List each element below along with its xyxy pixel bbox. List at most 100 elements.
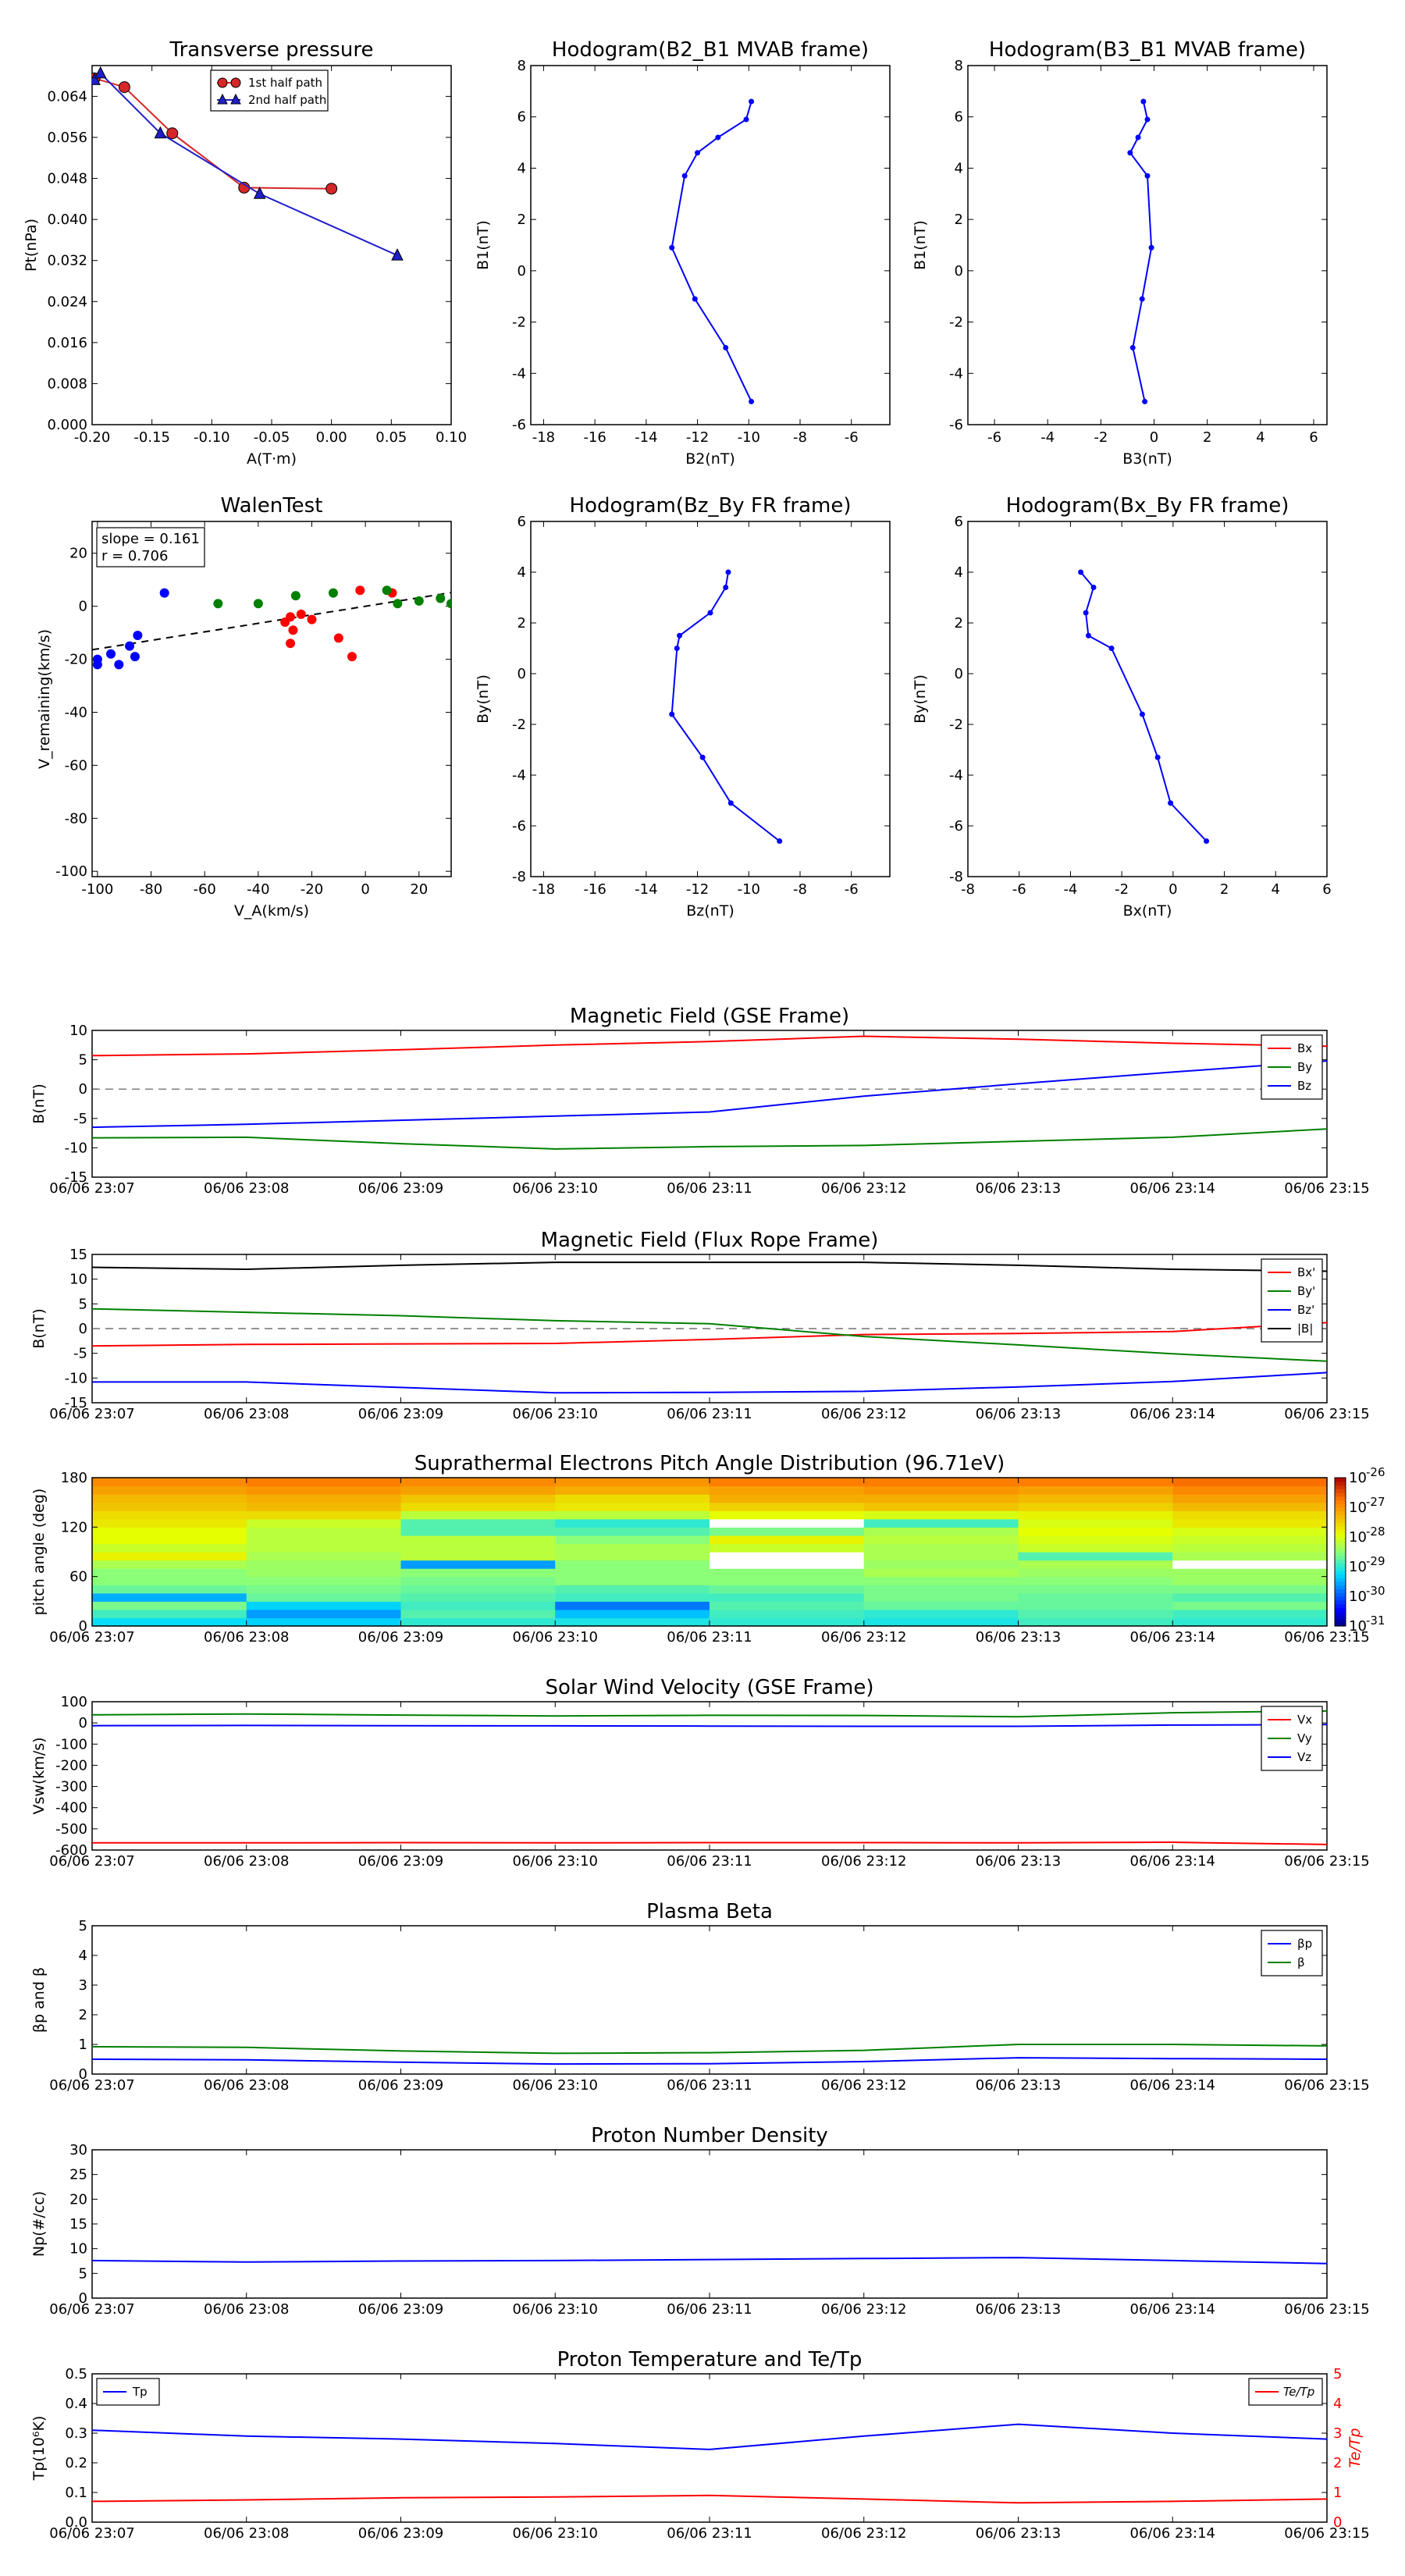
heatmap-cell: [1018, 1585, 1173, 1594]
heatmap-cell: [92, 1510, 247, 1520]
y-tick-label: 5: [79, 1052, 87, 1069]
heatmap-cell: [1018, 1494, 1173, 1503]
y-tick-label: 4: [518, 564, 526, 581]
heatmap-cell: [400, 1518, 556, 1528]
series-line: [91, 1128, 1328, 1150]
data-point: [1078, 569, 1084, 575]
y-tick-label: 8: [955, 58, 963, 74]
heatmap-cell: [710, 1535, 865, 1545]
legend-label: By': [1297, 1284, 1315, 1298]
series-line: [91, 1261, 1328, 1272]
heatmap-cell: [555, 1585, 710, 1594]
chart-title: Transverse pressure: [169, 38, 374, 62]
heatmap-cell: [400, 1478, 556, 1487]
series-line: [1129, 101, 1153, 402]
y-tick-label: 120: [61, 1519, 87, 1535]
data-point: [1204, 838, 1210, 844]
data-point: [1144, 116, 1151, 123]
y-axis-label: Vsw(km/s): [30, 1737, 48, 1814]
x-tick-label: 06/06 23:14: [1130, 2525, 1215, 2542]
heatmap-cell: [710, 1592, 865, 1602]
heatmap-cell: [710, 1568, 865, 1578]
heatmap-cell: [555, 1518, 710, 1528]
heatmap-cell: [863, 1601, 1019, 1610]
y-tick-label: 0: [79, 2066, 87, 2083]
x-tick-label: 0.05: [375, 429, 407, 446]
heatmap-cell: [246, 1543, 402, 1553]
y-tick-label: -100: [55, 1736, 87, 1752]
y-tick-label: -15: [65, 1169, 87, 1186]
y-tick-label: 0.016: [47, 335, 87, 351]
data-point: [669, 244, 675, 251]
y-right-tick-label: 4: [1333, 2396, 1342, 2412]
heatmap-cell: [710, 1552, 865, 1561]
heatmap-cell: [246, 1527, 402, 1536]
y-tick-label: 180: [61, 1470, 87, 1486]
x-tick-label: 4: [1272, 881, 1280, 898]
x-tick-label: 06/06 23:07: [49, 2077, 134, 2094]
heatmap-cell: [92, 1568, 247, 1578]
legend-label: Bz': [1297, 1303, 1314, 1317]
heatmap-cell: [1172, 1518, 1328, 1528]
chart-beta: Plasma Beta 06/06 23:07 06/06 23:08 06/06 2…: [30, 1900, 1370, 2094]
heatmap-cell: [1172, 1592, 1328, 1602]
y-tick-label: -15: [65, 1395, 87, 1411]
data-point: [125, 641, 135, 651]
data-point: [288, 625, 298, 635]
heatmap-cell: [710, 1601, 865, 1610]
data-point: [749, 98, 755, 105]
x-tick-label: -18: [532, 429, 555, 446]
series-line: [670, 571, 781, 842]
x-tick-label: 06/06 23:13: [976, 1406, 1061, 1422]
y-tick-label: 0.024: [47, 294, 87, 310]
h3-frame: [530, 521, 891, 877]
heatmap-cell: [555, 1485, 710, 1495]
heatmap-cell: [1172, 1617, 1328, 1627]
heatmap-cell: [92, 1585, 247, 1594]
x-tick-label: -10: [738, 881, 760, 898]
heatmap-cell: [246, 1535, 402, 1545]
y-tick-label: -2: [949, 315, 963, 331]
x-tick-label: 20: [410, 881, 428, 898]
legend-label: Bx: [1297, 1041, 1312, 1055]
x-tick-label: 06/06 23:11: [667, 2301, 752, 2318]
colorbar-tick-label: 10: [1349, 1500, 1367, 1516]
h1-frame: [530, 65, 891, 425]
y-axis-label: pitch angle (deg): [30, 1489, 48, 1616]
data-point: [436, 593, 446, 603]
heatmap-cell: [555, 1552, 710, 1561]
legend-label: Te/Tp: [1283, 2385, 1314, 2399]
heatmap-cell: [246, 1552, 402, 1561]
y-tick-label: -500: [55, 1821, 87, 1838]
legend-label: By: [1297, 1060, 1312, 1074]
h4-frame: [967, 521, 1328, 877]
x-tick-label: 06/06 23:11: [667, 1629, 752, 1646]
y-tick-label: -4: [949, 767, 963, 784]
series-line: [92, 1372, 1328, 1394]
x-tick-label: 06/06 23:11: [667, 2525, 752, 2542]
data-point: [1090, 585, 1097, 590]
y-axis-label: Pt(nPa): [23, 219, 40, 272]
y-tick-label: 0.1: [65, 2485, 87, 2501]
y-axis-label: By(nT): [912, 674, 929, 724]
heatmap-cell: [863, 1527, 1019, 1536]
heatmap-cell: [1172, 1527, 1328, 1536]
x-tick-label: 06/06 23:12: [821, 1629, 906, 1646]
y-tick-label: 2: [518, 212, 526, 228]
heatmap-cell: [555, 1543, 710, 1553]
legend-marker: [230, 77, 241, 88]
colorbar-segment: [1335, 1563, 1346, 1567]
x-tick-label: -6: [1012, 881, 1026, 898]
data-point: [743, 116, 749, 123]
heatmap-cell: [92, 1576, 247, 1585]
y-tick-label: 2: [955, 212, 963, 228]
y-axis-label: B(nT): [30, 1083, 48, 1124]
x-tick-label: 06/06 23:08: [204, 2077, 289, 2094]
heatmap-cell: [246, 1502, 402, 1511]
data-point: [1139, 296, 1145, 302]
y-tick-label: 25: [69, 2167, 87, 2183]
heatmap-cell: [710, 1510, 865, 1520]
y-tick-label: -10: [65, 1370, 87, 1386]
y-tick-label: 100: [61, 1694, 87, 1710]
heatmap-cell: [1018, 1527, 1173, 1536]
